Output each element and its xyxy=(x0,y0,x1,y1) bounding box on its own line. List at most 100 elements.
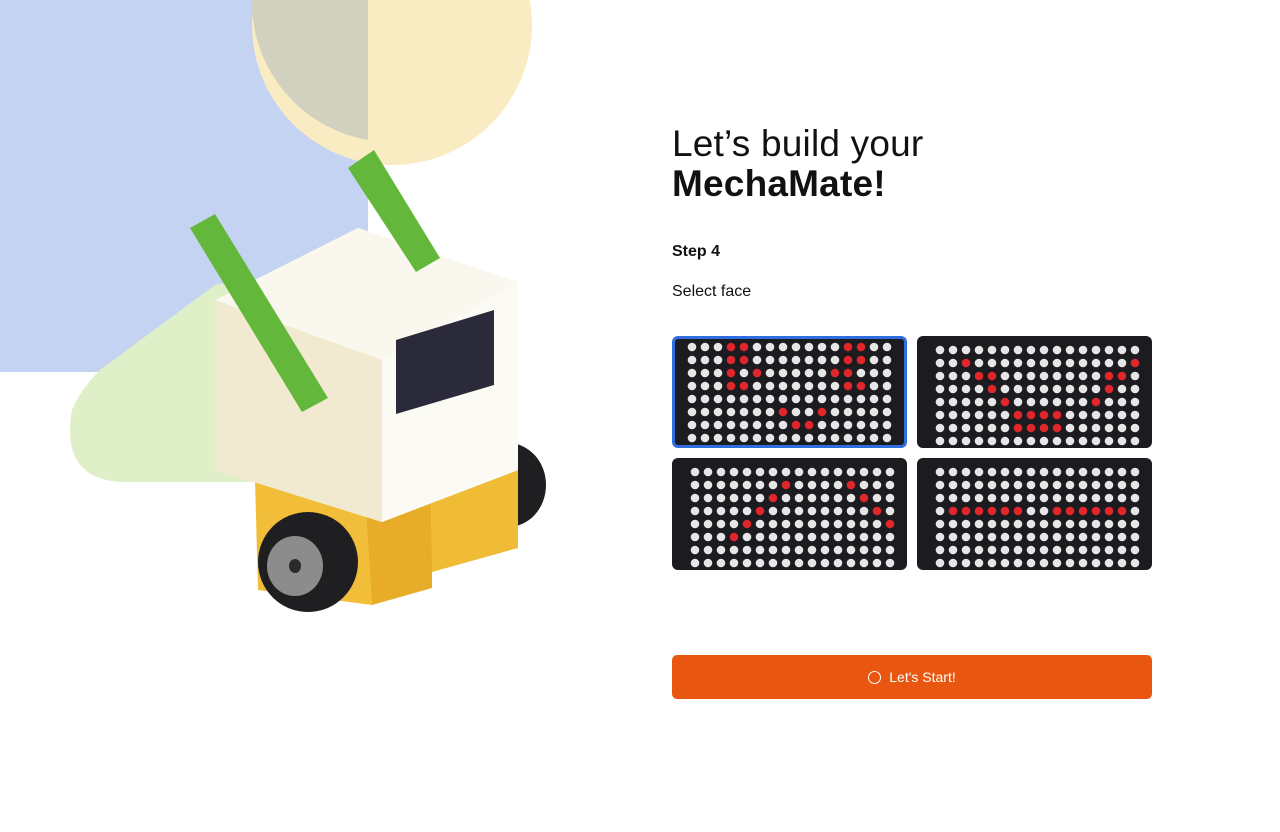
led-dot-off xyxy=(703,480,713,490)
led-dot-off xyxy=(1078,423,1088,433)
face-option-1[interactable] xyxy=(672,336,907,448)
led-dot-off xyxy=(1091,532,1101,542)
led-dot-off xyxy=(1039,436,1049,446)
led-dot-on xyxy=(1013,410,1023,420)
led-dot-off xyxy=(713,433,723,443)
start-button[interactable]: Let's Start! xyxy=(672,655,1152,699)
led-dot-off xyxy=(974,345,984,355)
led-dot-off xyxy=(1000,358,1010,368)
led-dot-off xyxy=(1013,493,1023,503)
led-dot-off xyxy=(1078,358,1088,368)
led-dot-off xyxy=(1091,467,1101,477)
led-dot-off xyxy=(791,407,801,417)
led-dot-off xyxy=(820,532,830,542)
led-dot-off xyxy=(1104,532,1114,542)
led-dot-off xyxy=(974,493,984,503)
led-dot-off xyxy=(700,407,710,417)
led-dot-off xyxy=(1000,371,1010,381)
led-dot-off xyxy=(830,420,840,430)
led-dot-off xyxy=(974,397,984,407)
led-dot-on xyxy=(1013,506,1023,516)
led-dot-on xyxy=(1065,506,1075,516)
led-dot-off xyxy=(935,493,945,503)
led-dot-off xyxy=(869,420,879,430)
led-dot-off xyxy=(885,493,895,503)
led-dot-off xyxy=(935,480,945,490)
led-dot-off xyxy=(820,493,830,503)
led-dot-off xyxy=(1052,397,1062,407)
led-dot-on xyxy=(885,519,895,529)
led-dot-off xyxy=(1117,358,1127,368)
led-dot-off xyxy=(885,545,895,555)
led-dot-off xyxy=(755,545,765,555)
led-dot-off xyxy=(690,480,700,490)
led-dot-off xyxy=(1091,558,1101,568)
led-dot-off xyxy=(833,506,843,516)
led-dot-off xyxy=(1117,436,1127,446)
led-dot-off xyxy=(817,381,827,391)
led-dot-off xyxy=(987,532,997,542)
led-dot-off xyxy=(872,519,882,529)
led-dot-off xyxy=(1052,519,1062,529)
led-dot-off xyxy=(974,519,984,529)
led-dot-off xyxy=(856,407,866,417)
led-dot-off xyxy=(1065,384,1075,394)
led-dot-off xyxy=(1000,545,1010,555)
led-dot-off xyxy=(1130,493,1140,503)
led-dot-off xyxy=(1130,532,1140,542)
led-dot-off xyxy=(1078,410,1088,420)
led-dot-off xyxy=(833,519,843,529)
led-dot-off xyxy=(1052,384,1062,394)
led-dot-off xyxy=(974,467,984,477)
led-dot-off xyxy=(1117,480,1127,490)
led-dot-off xyxy=(791,394,801,404)
led-dot-off xyxy=(882,420,892,430)
led-dot-off xyxy=(935,423,945,433)
led-dot-off xyxy=(1078,519,1088,529)
led-dot-off xyxy=(794,467,804,477)
face-option-4[interactable] xyxy=(917,458,1152,570)
led-dot-off xyxy=(935,384,945,394)
led-dot-off xyxy=(1130,480,1140,490)
led-dot-off xyxy=(700,342,710,352)
led-dot-off xyxy=(1117,397,1127,407)
led-dot-off xyxy=(1000,519,1010,529)
led-dot-off xyxy=(1078,384,1088,394)
led-dot-off xyxy=(1078,532,1088,542)
led-dot-off xyxy=(687,368,697,378)
led-dot-off xyxy=(935,532,945,542)
led-dot-on xyxy=(961,506,971,516)
led-dot-off xyxy=(948,384,958,394)
led-dot-off xyxy=(703,558,713,568)
led-dot-off xyxy=(755,519,765,529)
led-dot-off xyxy=(882,394,892,404)
led-dot-on xyxy=(1000,506,1010,516)
face-option-3[interactable] xyxy=(672,458,907,570)
led-dot-on xyxy=(1039,423,1049,433)
led-dot-on xyxy=(781,480,791,490)
led-dot-off xyxy=(716,493,726,503)
led-dot-off xyxy=(974,532,984,542)
led-dot-off xyxy=(1078,480,1088,490)
led-dot-on xyxy=(817,407,827,417)
led-dot-off xyxy=(713,355,723,365)
face-option-2[interactable] xyxy=(917,336,1152,448)
led-dot-off xyxy=(1130,558,1140,568)
led-dot-off xyxy=(1013,384,1023,394)
led-dot-on xyxy=(726,342,736,352)
led-dot-on xyxy=(1091,506,1101,516)
led-dot-off xyxy=(1130,467,1140,477)
led-dot-off xyxy=(1013,558,1023,568)
led-dot-off xyxy=(794,532,804,542)
led-dot-off xyxy=(948,558,958,568)
led-dot-off xyxy=(1026,384,1036,394)
led-dot-off xyxy=(781,532,791,542)
led-dot-on xyxy=(830,368,840,378)
led-dot-off xyxy=(935,506,945,516)
led-dot-off xyxy=(1052,345,1062,355)
led-dot-off xyxy=(869,342,879,352)
led-dot-off xyxy=(765,381,775,391)
led-dot-off xyxy=(1026,436,1036,446)
led-dot-off xyxy=(1013,467,1023,477)
led-dot-on xyxy=(1052,506,1062,516)
